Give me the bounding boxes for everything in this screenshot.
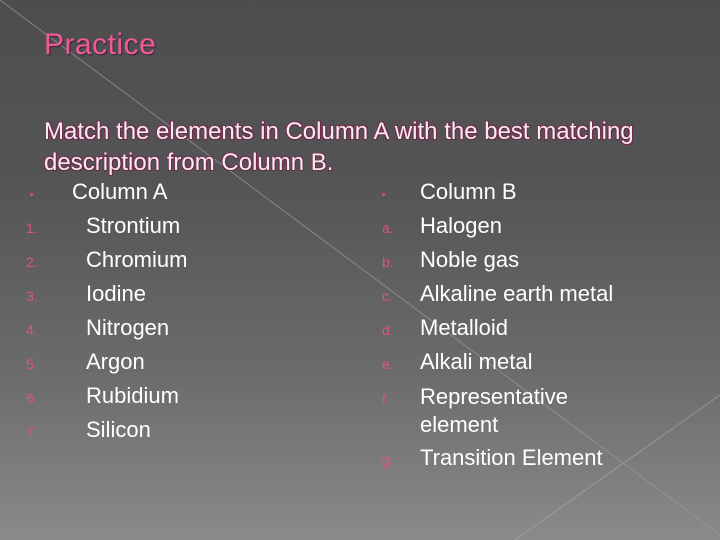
- item-text: Halogen: [420, 213, 502, 238]
- item-text: Iodine: [86, 281, 146, 306]
- list-item: a. Halogen: [382, 213, 640, 247]
- item-number: 6.: [26, 390, 38, 406]
- column-a-heading-row: Column A: [22, 179, 187, 213]
- item-text: Noble gas: [420, 247, 520, 272]
- list-item: g. Transition Element: [382, 445, 640, 479]
- list-item: f. Representative element: [382, 383, 640, 439]
- item-text: Representative element: [420, 384, 568, 437]
- instructions-text: Match the elements in Column A with the …: [44, 118, 634, 176]
- list-item: b. Noble gas: [382, 247, 640, 281]
- item-letter: d.: [382, 322, 394, 338]
- item-number: 2.: [26, 254, 38, 270]
- column-b-heading: Column B: [420, 179, 517, 204]
- column-b: Column B a. Halogen b. Noble gas c. Alkalin…: [382, 179, 640, 479]
- item-letter: b.: [382, 254, 394, 270]
- list-item: 4. Nitrogen: [22, 315, 187, 349]
- item-text: Nitrogen: [86, 315, 170, 340]
- item-text: Alkali metal: [420, 349, 533, 374]
- list-item: 3. Iodine: [22, 281, 187, 315]
- item-letter: f.: [382, 391, 390, 407]
- slide-title: Practice: [44, 28, 157, 61]
- item-number: 5.: [26, 356, 38, 372]
- item-letter: g.: [382, 452, 394, 468]
- item-text: Argon: [86, 349, 145, 374]
- item-letter: e.: [382, 356, 394, 372]
- item-number: 7.: [26, 424, 38, 440]
- item-number: 3.: [26, 288, 38, 304]
- item-text: Chromium: [86, 247, 188, 272]
- item-text: Metalloid: [420, 315, 509, 340]
- list-item: 5. Argon: [22, 349, 187, 383]
- item-number: 1.: [26, 220, 38, 236]
- item-text: Silicon: [86, 417, 151, 442]
- item-number: 4.: [26, 322, 38, 338]
- list-item: e. Alkali metal: [382, 349, 640, 383]
- item-text: Rubidium: [86, 383, 179, 408]
- item-text: Strontium: [86, 213, 181, 238]
- list-item: 2. Chromium: [22, 247, 187, 281]
- item-text: Alkaline earth metal: [420, 281, 614, 306]
- item-text: Transition Element: [420, 445, 603, 470]
- list-item: c. Alkaline earth metal: [382, 281, 640, 315]
- column-a-heading: Column A: [72, 179, 168, 204]
- item-letter: c.: [382, 288, 393, 304]
- list-item: 6. Rubidium: [22, 383, 187, 417]
- column-a: Column A 1. Strontium 2. Chromium 3. Iodine…: [22, 179, 187, 451]
- list-item: 1. Strontium: [22, 213, 187, 247]
- list-item: d. Metalloid: [382, 315, 640, 349]
- list-item: 7. Silicon: [22, 417, 187, 451]
- column-b-heading-row: Column B: [382, 179, 640, 213]
- item-letter: a.: [382, 220, 394, 236]
